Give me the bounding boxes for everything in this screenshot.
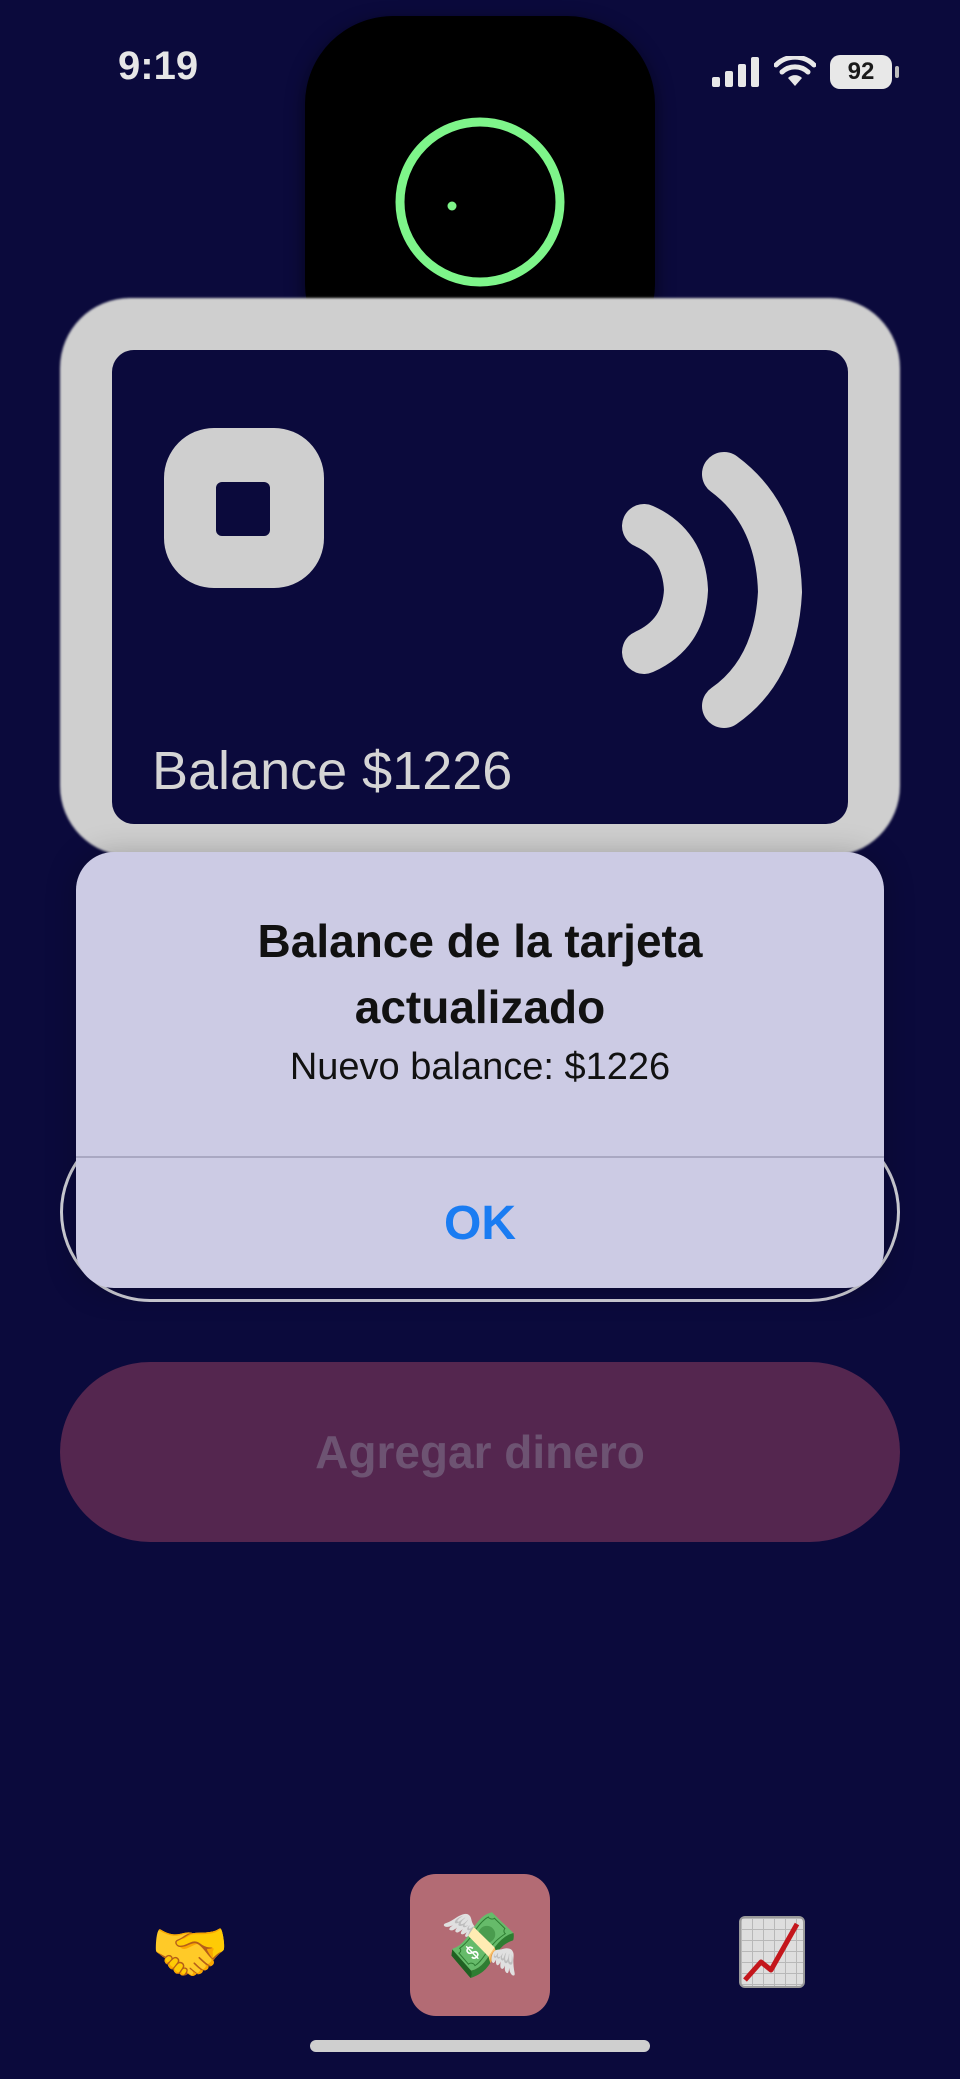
app-screen: 9:19 92 Balance $1226 Balance de la tarj… (0, 0, 960, 2079)
money-with-wings-icon: 💸 (440, 1908, 520, 1981)
battery-level: 92 (847, 58, 875, 85)
battery-icon: 92 (830, 55, 899, 89)
cellular-signal-icon (712, 57, 759, 87)
wifi-icon (774, 56, 816, 86)
chart-increasing-icon (739, 1916, 805, 1988)
alert-dialog: Balance de la tarjeta actualizado Nuevo … (76, 852, 884, 1288)
add-money-label: Agregar dinero (315, 1426, 645, 1478)
alert-message: Nuevo balance: $1226 (289, 1046, 671, 1088)
add-money-button[interactable]: Agregar dinero (60, 1362, 900, 1542)
status-time: 9:19 (118, 44, 199, 88)
home-indicator[interactable] (310, 2040, 650, 2052)
tab-money[interactable]: 💸 (410, 1874, 550, 2016)
handshake-icon: 🤝 (150, 1915, 230, 1988)
contactless-icon (622, 452, 803, 728)
alert-title: Balance de la tarjeta actualizado (257, 915, 703, 1033)
chip-icon (164, 428, 324, 588)
card-balance-text: Balance $1226 (152, 741, 513, 801)
tab-handshake[interactable]: 🤝 (138, 1900, 242, 2004)
status-indicators: 92 (712, 52, 899, 92)
tab-chart[interactable] (720, 1900, 824, 2004)
ok-button[interactable]: OK (76, 1158, 884, 1288)
